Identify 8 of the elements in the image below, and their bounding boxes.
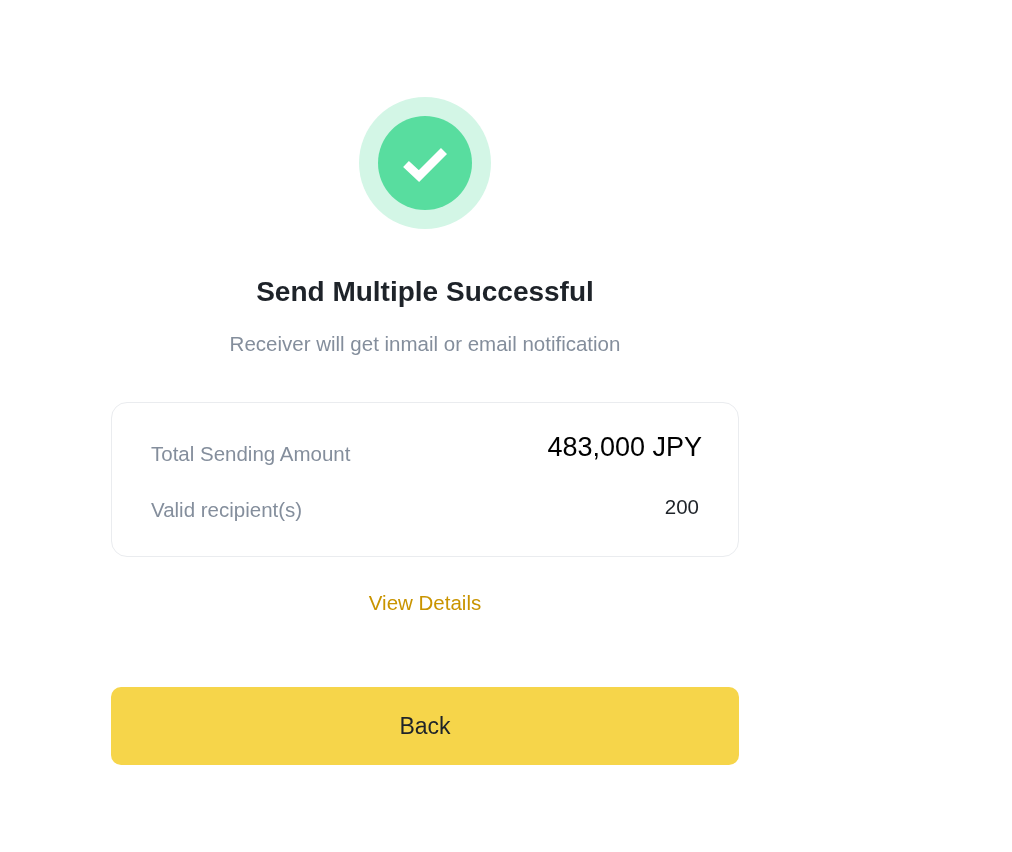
summary-label: Valid recipient(s) bbox=[151, 497, 303, 523]
summary-value: 483,000 JPY bbox=[547, 431, 702, 463]
success-subtitle: Receiver will get inmail or email notification bbox=[229, 331, 621, 357]
summary-label: Total Sending Amount bbox=[151, 441, 351, 467]
back-button[interactable]: Back bbox=[111, 687, 739, 765]
success-title: Send Multiple Successful bbox=[256, 275, 594, 309]
summary-value: 200 bbox=[664, 494, 700, 520]
check-circle-icon bbox=[359, 97, 491, 229]
